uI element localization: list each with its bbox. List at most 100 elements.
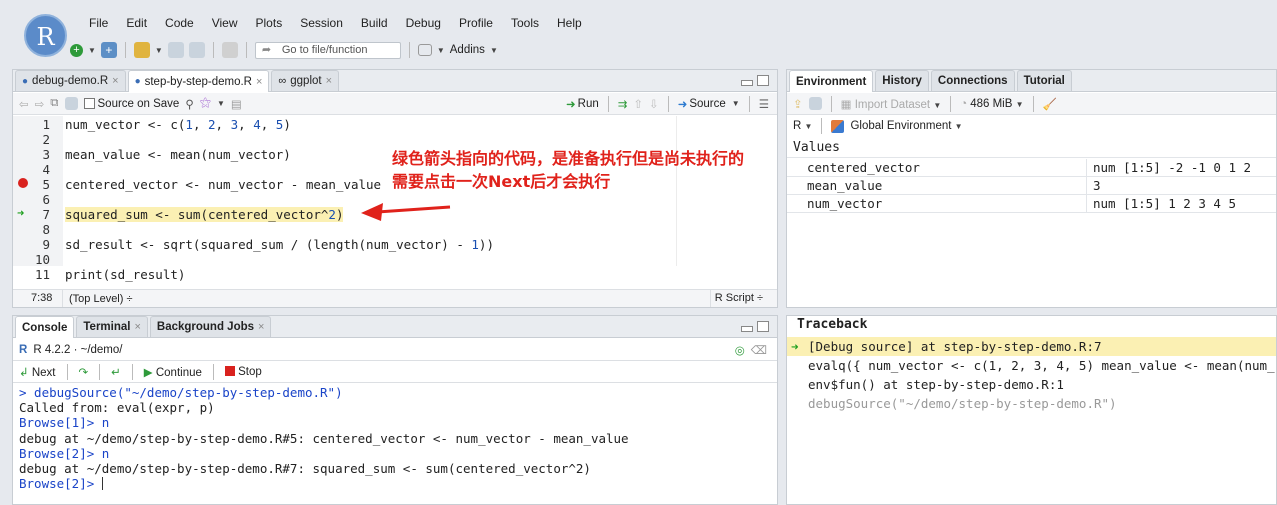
- tab-console[interactable]: Console: [15, 316, 75, 338]
- menu-code[interactable]: Code: [156, 14, 203, 32]
- save-workspace-icon[interactable]: [808, 97, 822, 110]
- menu-debug[interactable]: Debug: [397, 14, 450, 32]
- tab-background-jobs[interactable]: Background Jobs ×: [149, 316, 272, 337]
- compile-report-icon[interactable]: ▤: [231, 97, 242, 111]
- env-row[interactable]: mean_value 3: [787, 177, 1276, 195]
- code-line[interactable]: squared_sum <- sum(centered_vector^2): [65, 207, 344, 222]
- tab-tutorial[interactable]: Tutorial: [1016, 70, 1072, 91]
- code-line[interactable]: num_vector <- c(1, 2, 3, 4, 5): [65, 117, 291, 132]
- env-var-value: num [1:5] -2 -1 0 1 2: [1093, 159, 1252, 175]
- goto-file-input[interactable]: ➦ Go to file/function: [254, 41, 401, 59]
- tab-label: debug-demo.R: [32, 75, 109, 87]
- broom-icon[interactable]: 🧹: [1043, 97, 1057, 111]
- rerun-icon[interactable]: ⇉: [618, 97, 628, 111]
- env-row[interactable]: num_vector num [1:5] 1 2 3 4 5: [787, 195, 1276, 213]
- minimize-icon[interactable]: [741, 326, 753, 332]
- traceback-frame-current[interactable]: ➜ [Debug source] at step-by-step-demo.R:7: [787, 337, 1276, 356]
- new-file-icon[interactable]: +: [70, 43, 83, 57]
- tab-debug-demo[interactable]: ● debug-demo.R ×: [15, 70, 126, 91]
- print-icon[interactable]: [221, 42, 238, 58]
- run-icon[interactable]: ➜: [566, 97, 576, 111]
- tab-environment[interactable]: Environment: [789, 70, 874, 92]
- code-line[interactable]: centered_vector <- num_vector - mean_val…: [65, 177, 381, 192]
- language-selector[interactable]: R ▼: [793, 120, 812, 132]
- import-dataset-button[interactable]: ▦ Import Dataset ▼: [841, 97, 942, 111]
- outline-icon[interactable]: ☰: [759, 97, 769, 111]
- console-info-bar: R R 4.2.2 · ~/demo/ ◎ ⌫: [13, 339, 777, 361]
- forward-arrow-icon[interactable]: ⇨: [35, 97, 45, 111]
- code-line[interactable]: print(sd_result): [65, 267, 185, 282]
- line-number: 6: [42, 192, 50, 207]
- chevron-down-icon[interactable]: ▼: [217, 99, 225, 108]
- file-type-selector[interactable]: R Script ÷: [709, 290, 777, 307]
- save-icon[interactable]: [64, 97, 78, 110]
- scope-dropdown[interactable]: Global Environment ▼: [850, 120, 962, 132]
- close-icon[interactable]: ×: [112, 75, 118, 87]
- chevron-down-icon[interactable]: ▼: [437, 46, 445, 55]
- chevron-down-icon[interactable]: ▼: [490, 46, 498, 55]
- env-row[interactable]: centered_vector num [1:5] -2 -1 0 1 2: [787, 159, 1276, 177]
- maximize-icon[interactable]: [757, 321, 769, 332]
- tab-history[interactable]: History: [875, 70, 929, 91]
- maximize-icon[interactable]: [757, 75, 769, 86]
- close-icon[interactable]: ×: [326, 75, 332, 87]
- source-icon[interactable]: ➜: [678, 97, 688, 111]
- tab-label: Connections: [937, 75, 1008, 87]
- menu-edit[interactable]: Edit: [117, 14, 156, 32]
- env-var-name: mean_value: [787, 177, 1087, 194]
- memory-usage[interactable]: 486 MiB ▼: [970, 98, 1023, 110]
- chevron-down-icon[interactable]: ▼: [732, 99, 740, 108]
- close-icon[interactable]: ×: [258, 321, 264, 333]
- grid-layout-icon[interactable]: [417, 44, 432, 56]
- menu-file[interactable]: File: [80, 14, 117, 32]
- console-line: Called from: eval(expr, p): [19, 400, 215, 416]
- save-icon[interactable]: [167, 42, 184, 58]
- menu-build[interactable]: Build: [352, 14, 397, 32]
- traceback-frame[interactable]: evalq({ num_vector <- c(1, 2, 3, 4, 5) m…: [787, 356, 1276, 375]
- stop-button[interactable]: Stop: [224, 365, 262, 378]
- back-arrow-icon[interactable]: ⇦: [19, 97, 29, 111]
- run-button[interactable]: Run: [578, 98, 599, 110]
- console-output[interactable]: > debugSource("~/demo/step-by-step-demo.…: [19, 385, 773, 491]
- code-line[interactable]: sd_result <- sqrt(squared_sum / (length(…: [65, 237, 494, 252]
- magic-wand-icon[interactable]: ⚝: [200, 97, 211, 110]
- continue-button[interactable]: ▶ Continue: [144, 365, 202, 379]
- load-workspace-icon[interactable]: ⇪: [793, 97, 803, 111]
- tab-terminal[interactable]: Terminal ×: [76, 316, 148, 337]
- down-arrow-icon[interactable]: ⇩: [649, 97, 659, 111]
- chevron-down-icon[interactable]: ▼: [155, 46, 163, 55]
- source-on-save-checkbox[interactable]: [83, 98, 95, 109]
- tab-step-by-step-demo[interactable]: ● step-by-step-demo.R ×: [127, 70, 270, 92]
- code-line[interactable]: mean_value <- mean(num_vector): [65, 147, 291, 162]
- tab-ggplot[interactable]: ∞ ggplot ×: [271, 70, 340, 91]
- show-in-window-icon[interactable]: ⧉: [50, 97, 58, 110]
- menu-view[interactable]: View: [203, 14, 247, 32]
- step-into-icon[interactable]: ↷: [79, 365, 89, 379]
- search-icon[interactable]: ⚲: [185, 97, 193, 111]
- close-icon[interactable]: ×: [134, 321, 140, 333]
- tab-label: ggplot: [290, 75, 322, 87]
- clear-console-icon[interactable]: ⌫: [751, 343, 767, 357]
- open-folder-icon[interactable]: [133, 42, 150, 58]
- new-project-icon[interactable]: +: [100, 42, 117, 58]
- menu-help[interactable]: Help: [548, 14, 591, 32]
- chevron-down-icon[interactable]: ▼: [88, 46, 96, 55]
- tab-connections[interactable]: Connections: [930, 70, 1015, 91]
- menu-plots[interactable]: Plots: [247, 14, 292, 32]
- up-arrow-icon[interactable]: ⇧: [633, 97, 643, 111]
- menu-tools[interactable]: Tools: [502, 14, 548, 32]
- next-button[interactable]: ↲ Next: [19, 365, 56, 379]
- minimize-icon[interactable]: [741, 80, 753, 86]
- traceback-frame[interactable]: debugSource("~/demo/step-by-step-demo.R"…: [787, 394, 1276, 413]
- source-button[interactable]: Source: [689, 98, 725, 110]
- addins-menu[interactable]: Addins: [450, 44, 485, 56]
- finish-icon[interactable]: ↵: [111, 365, 121, 379]
- scope-selector[interactable]: (Top Level) ÷: [63, 293, 133, 305]
- close-icon[interactable]: ×: [256, 76, 262, 88]
- menu-session[interactable]: Session: [291, 14, 352, 32]
- editor-status-bar: 7:38 (Top Level) ÷ R Script ÷: [13, 289, 777, 307]
- menu-profile[interactable]: Profile: [450, 14, 502, 32]
- traceback-frame[interactable]: env$fun() at step-by-step-demo.R:1: [787, 375, 1276, 394]
- annotation-line-2: 需要点击一次Next后才会执行: [392, 172, 611, 191]
- save-all-icon[interactable]: [188, 42, 205, 58]
